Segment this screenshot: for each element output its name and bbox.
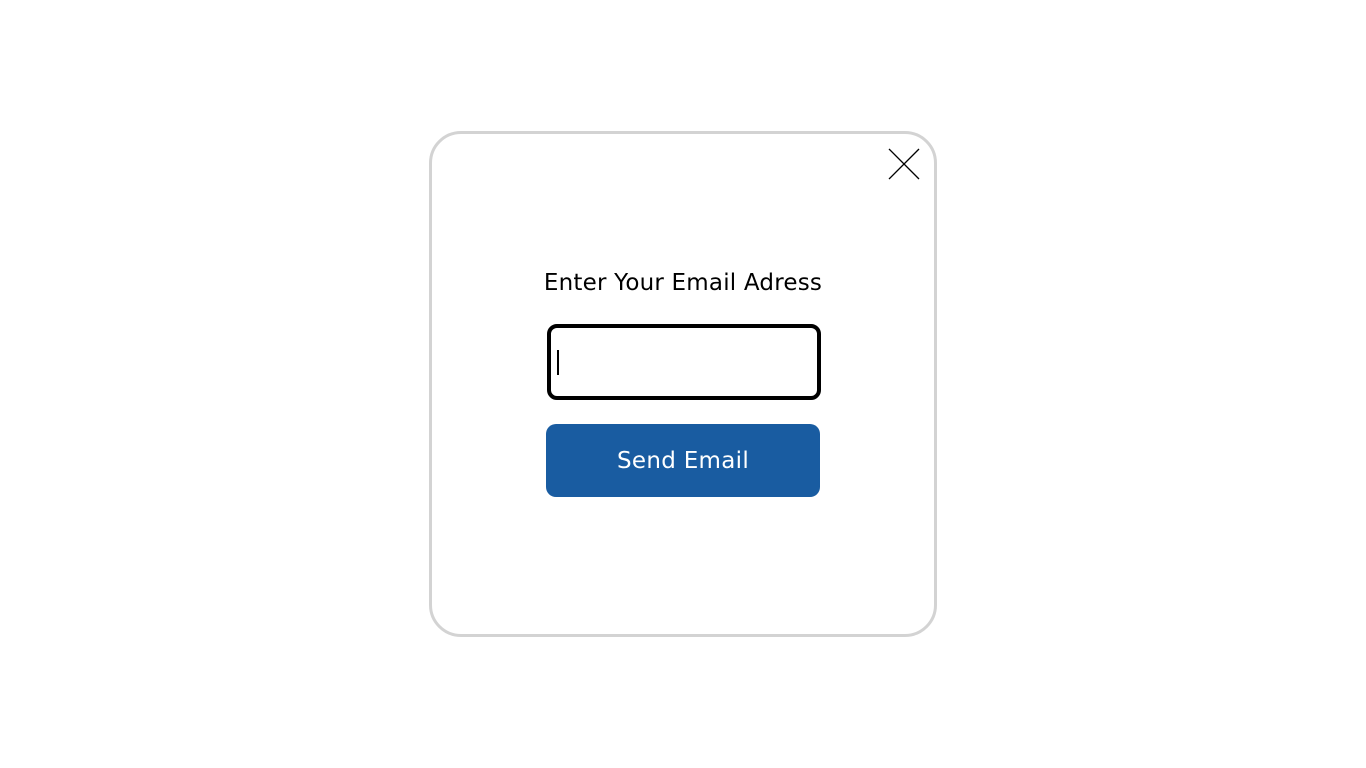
email-modal: Enter Your Email Adress Send Email xyxy=(429,131,937,637)
modal-title: Enter Your Email Adress xyxy=(543,270,823,296)
email-input[interactable] xyxy=(547,324,821,400)
send-email-button[interactable]: Send Email xyxy=(546,424,820,497)
close-icon xyxy=(888,148,920,180)
page: Enter Your Email Adress Send Email xyxy=(0,0,1366,768)
close-button[interactable] xyxy=(886,146,922,182)
